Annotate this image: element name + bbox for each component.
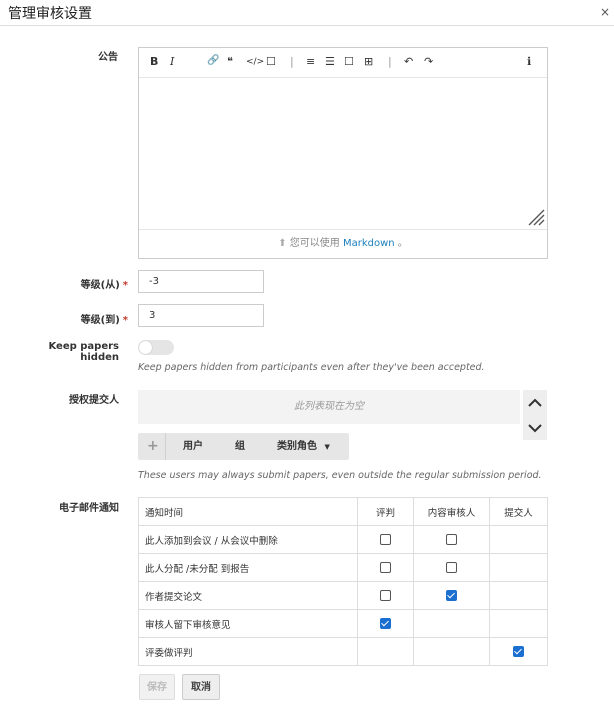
toolbar-separator: |: [388, 55, 392, 68]
rank-from-input[interactable]: -3: [138, 270, 264, 293]
cell-submitter: [489, 525, 548, 554]
info-icon[interactable]: ℹ: [527, 55, 531, 68]
cell-reviewer: [413, 637, 490, 666]
notification-event-label: 此人添加到会议 / 从会议中删除: [138, 525, 358, 554]
header-notify-time: 通知时间: [138, 497, 358, 526]
markdown-link[interactable]: Markdown: [343, 238, 395, 249]
table-row: 评委做评判: [138, 637, 548, 666]
chevron-up-icon[interactable]: [527, 395, 543, 411]
table-row: 此人分配 /未分配 到报告: [138, 553, 548, 582]
table-row: 此人添加到会议 / 从会议中删除: [138, 525, 548, 554]
notification-event-label: 评委做评判: [138, 637, 358, 666]
italic-icon[interactable]: I: [170, 55, 174, 68]
rank-from-label: 等级(从) *: [50, 276, 128, 291]
close-icon[interactable]: ×: [600, 5, 610, 19]
cell-reviewer: [413, 525, 490, 554]
cell-judge: [357, 609, 414, 638]
judge-checkbox[interactable]: [380, 534, 391, 545]
editor-toolbar: B I 🔗 ❝ </> ☐ | ≡ ☰ ☐ ⊞ | ↶ ↷ ℹ: [139, 48, 547, 78]
category-role-label: 类别角色: [277, 441, 317, 452]
dialog-title: 管理审核设置: [8, 6, 92, 22]
rank-to-input[interactable]: 3: [138, 304, 264, 327]
submitters-hint: These users may always submit papers, ev…: [138, 470, 542, 481]
quote-icon[interactable]: ❝: [227, 55, 233, 68]
dialog-header: 管理审核设置 ×: [0, 0, 614, 26]
keep-hidden-hint: Keep papers hidden from participants eve…: [138, 362, 485, 373]
announcement-textarea[interactable]: [139, 78, 547, 228]
notification-event-label: 此人分配 /未分配 到报告: [138, 553, 358, 582]
header-judge: 评判: [357, 497, 414, 526]
rank-from-label-text: 等级(从): [80, 280, 120, 291]
required-mark: *: [122, 315, 128, 326]
code-icon[interactable]: </>: [246, 57, 264, 67]
save-button[interactable]: 保存: [139, 674, 175, 700]
markdown-hint: ⬆ 您可以使用 Markdown 。: [139, 229, 547, 258]
bold-icon[interactable]: B: [150, 55, 158, 68]
authorized-submitters-label: 授权提交人: [69, 395, 119, 406]
link-icon[interactable]: 🔗: [207, 55, 219, 66]
email-notifications-label: 电子邮件通知: [59, 503, 119, 514]
divider: [165, 433, 166, 460]
keep-hidden-toggle[interactable]: [138, 340, 174, 355]
judge-checkbox[interactable]: [380, 618, 391, 629]
table-insert-icon[interactable]: ⊞: [364, 55, 373, 68]
cancel-button[interactable]: 取消: [182, 674, 220, 700]
chevron-down-icon[interactable]: [527, 420, 543, 436]
markdown-suffix: 。: [397, 238, 408, 249]
add-user-button[interactable]: 用户: [183, 433, 203, 460]
category-role-dropdown[interactable]: 类别角色 ▼: [277, 433, 330, 460]
markdown-prefix: 您可以使用: [289, 238, 340, 249]
table-row: 作者提交论文: [138, 581, 548, 610]
table-row: 审核人留下审核意见: [138, 609, 548, 638]
ordered-list-icon[interactable]: ≡: [306, 55, 315, 68]
toggle-knob: [139, 341, 152, 354]
unordered-list-icon[interactable]: ☰: [325, 55, 335, 68]
table-header-row: 通知时间 评判 内容审核人 提交人: [138, 497, 548, 526]
keep-hidden-label: Keep papers hidden: [48, 341, 119, 363]
add-icon[interactable]: +: [147, 433, 159, 460]
principal-add-group: + 用户 组 类别角色 ▼: [138, 433, 349, 460]
announcement-label: 公告: [98, 52, 118, 63]
list-scroll-arrows: [523, 390, 547, 440]
cell-reviewer: [413, 553, 490, 582]
judge-checkbox[interactable]: [380, 562, 391, 573]
cell-judge: [357, 525, 414, 554]
toolbar-separator: |: [290, 55, 294, 68]
cell-reviewer: [413, 581, 490, 610]
caret-down-icon: ▼: [324, 443, 330, 451]
reviewer-checkbox[interactable]: [446, 590, 457, 601]
rank-to-label-text: 等级(到): [80, 315, 120, 326]
required-mark: *: [122, 280, 128, 291]
arrow-up-icon: ⬆: [278, 238, 287, 249]
cell-reviewer: [413, 609, 490, 638]
undo-icon[interactable]: ↶: [404, 55, 413, 68]
rank-to-label: 等级(到) *: [50, 311, 128, 326]
cell-submitter: [489, 637, 548, 666]
resize-handle-icon[interactable]: [527, 208, 545, 226]
notification-event-label: 作者提交论文: [138, 581, 358, 610]
add-group-button[interactable]: 组: [235, 433, 245, 460]
submitters-list: 此列表现在为空: [138, 390, 520, 424]
submitter-checkbox[interactable]: [513, 646, 524, 657]
announcement-editor: B I 🔗 ❝ </> ☐ | ≡ ☰ ☐ ⊞ | ↶ ↷ ℹ ⬆ 您可以使用 …: [138, 47, 548, 259]
cell-submitter: [489, 581, 548, 610]
header-reviewer: 内容审核人: [413, 497, 490, 526]
cell-submitter: [489, 553, 548, 582]
cell-judge: [357, 553, 414, 582]
reviewer-checkbox[interactable]: [446, 562, 457, 573]
cell-judge: [357, 637, 414, 666]
cell-judge: [357, 581, 414, 610]
email-notifications-table: 通知时间 评判 内容审核人 提交人 此人添加到会议 / 从会议中删除 此人分配 /…: [138, 497, 548, 666]
notification-event-label: 审核人留下审核意见: [138, 609, 358, 638]
table-icon[interactable]: ☐: [344, 55, 354, 68]
header-submitter: 提交人: [489, 497, 548, 526]
redo-icon[interactable]: ↷: [424, 55, 433, 68]
image-icon[interactable]: ☐: [266, 55, 276, 68]
cell-submitter: [489, 609, 548, 638]
judge-checkbox[interactable]: [380, 590, 391, 601]
reviewer-checkbox[interactable]: [446, 534, 457, 545]
